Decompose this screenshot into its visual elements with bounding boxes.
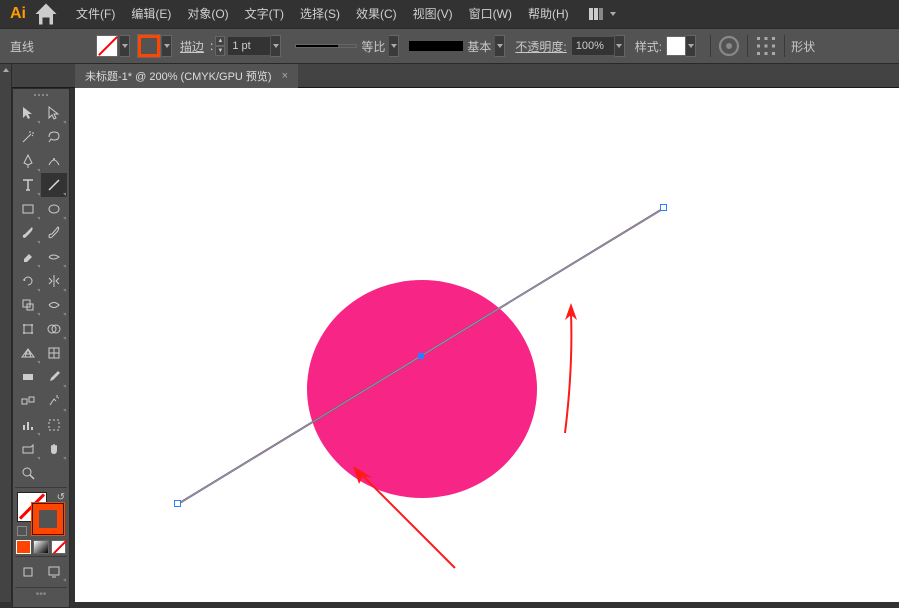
style-dropdown[interactable]: [686, 35, 696, 57]
menu-items: 文件(F) 编辑(E) 对象(O) 文字(T) 选择(S) 效果(C) 视图(V…: [68, 0, 577, 28]
column-graph-tool-icon[interactable]: [15, 413, 41, 437]
scale-tool-icon[interactable]: [15, 293, 41, 317]
free-transform-tool-icon[interactable]: [15, 317, 41, 341]
menu-effect[interactable]: 效果(C): [348, 0, 405, 28]
menu-object[interactable]: 对象(O): [179, 0, 236, 28]
selection-tool-icon[interactable]: [15, 101, 41, 125]
stroke-dropdown[interactable]: [162, 35, 172, 57]
tab-close-icon[interactable]: ×: [282, 70, 288, 82]
menubar: Ai 文件(F) 编辑(E) 对象(O) 文字(T) 选择(S) 效果(C) 视…: [0, 0, 899, 28]
menu-edit[interactable]: 编辑(E): [123, 0, 179, 28]
draw-mode-icon[interactable]: [15, 561, 41, 583]
color-mode-icon[interactable]: [16, 540, 31, 554]
brush-definition[interactable]: [409, 41, 463, 51]
arrange-documents-icon[interactable]: [589, 8, 617, 20]
style-label: 样式:: [635, 38, 662, 55]
brush-label: 基本: [467, 38, 491, 55]
none-mode-icon[interactable]: [51, 540, 66, 554]
gradient-tool-icon[interactable]: [15, 365, 41, 389]
red-arrow-annotation: [345, 458, 465, 578]
red-arrow-annotation: [555, 298, 595, 438]
magic-wand-tool-icon[interactable]: [15, 125, 41, 149]
home-icon[interactable]: [32, 0, 60, 28]
ellipse-tool-icon[interactable]: [41, 197, 67, 221]
rotate-tool-icon[interactable]: [15, 269, 41, 293]
recolor-icon[interactable]: [717, 34, 741, 58]
color-mode-row: [15, 540, 67, 554]
line-endpoint-handle[interactable]: [660, 204, 667, 211]
eyedropper-tool-icon[interactable]: [41, 365, 67, 389]
menu-window[interactable]: 窗口(W): [461, 0, 520, 28]
perspective-grid-tool-icon[interactable]: [15, 341, 41, 365]
app-logo: Ai: [4, 0, 32, 28]
default-fill-stroke-icon[interactable]: [17, 526, 27, 536]
opacity-dropdown[interactable]: [615, 35, 625, 57]
document-tab[interactable]: 未标题-1* @ 200% (CMYK/GPU 预览) ×: [75, 64, 298, 88]
opacity-input[interactable]: [571, 36, 615, 56]
brush-dropdown[interactable]: [495, 35, 505, 57]
selected-tool-label: 直线: [10, 38, 34, 55]
screen-mode-icon[interactable]: [41, 561, 67, 583]
width-tool-icon[interactable]: [41, 293, 67, 317]
line-endpoint-handle[interactable]: [174, 500, 181, 507]
reflect-tool-icon[interactable]: [41, 269, 67, 293]
shape-builder-tool-icon[interactable]: [41, 317, 67, 341]
lasso-tool-icon[interactable]: [41, 125, 67, 149]
tools-panel: ↺ •••: [12, 88, 70, 608]
line-center-anchor[interactable]: [418, 353, 424, 359]
gradient-mode-icon[interactable]: [33, 540, 48, 554]
width-profile[interactable]: [295, 44, 357, 48]
stroke-color-icon[interactable]: [33, 504, 63, 534]
artboard[interactable]: [75, 88, 899, 602]
zoom-tool-icon[interactable]: [15, 461, 41, 485]
blend-tool-icon[interactable]: [15, 389, 41, 413]
edit-toolbar-icon[interactable]: •••: [15, 587, 67, 601]
control-bar: 直线 描边 : ▲▼ 等比 基本 不透明度: 样式: 形状: [0, 28, 899, 64]
rectangle-tool-icon[interactable]: [15, 197, 41, 221]
shape-label[interactable]: 形状: [791, 38, 815, 55]
slice-tool-icon[interactable]: [15, 437, 41, 461]
swap-fill-stroke-icon[interactable]: ↺: [57, 492, 65, 503]
panel-grip[interactable]: [15, 91, 67, 99]
menu-help[interactable]: 帮助(H): [520, 0, 577, 28]
menu-type[interactable]: 文字(T): [237, 0, 292, 28]
align-icon[interactable]: [754, 34, 778, 58]
fill-stroke-controls[interactable]: ↺: [15, 492, 67, 536]
eraser-tool-icon[interactable]: [15, 245, 41, 269]
curvature-tool-icon[interactable]: [41, 149, 67, 173]
scissors-tool-icon[interactable]: [41, 245, 67, 269]
document-tab-bar: 未标题-1* @ 200% (CMYK/GPU 预览) ×: [0, 64, 899, 88]
stroke-weight-dropdown[interactable]: [271, 35, 281, 57]
stroke-weight-stepper[interactable]: ▲▼: [215, 36, 225, 56]
fill-dropdown[interactable]: [120, 35, 130, 57]
stroke-label[interactable]: 描边: [180, 38, 204, 55]
paintbrush-tool-icon[interactable]: [15, 221, 41, 245]
mesh-tool-icon[interactable]: [41, 341, 67, 365]
line-segment-tool-icon[interactable]: [41, 173, 67, 197]
profile-dropdown[interactable]: [389, 35, 399, 57]
stroke-weight-input[interactable]: [227, 36, 271, 56]
canvas-area: [75, 88, 899, 602]
hand-tool-icon[interactable]: [41, 437, 67, 461]
menu-file[interactable]: 文件(F): [68, 0, 123, 28]
graphic-style-swatch[interactable]: [666, 36, 686, 56]
document-tab-title: 未标题-1* @ 200% (CMYK/GPU 预览): [85, 68, 272, 84]
menu-view[interactable]: 视图(V): [405, 0, 461, 28]
artboard-tool-icon[interactable]: [41, 413, 67, 437]
blob-brush-tool-icon[interactable]: [41, 221, 67, 245]
menu-select[interactable]: 选择(S): [292, 0, 348, 28]
symbol-sprayer-tool-icon[interactable]: [41, 389, 67, 413]
pen-tool-icon[interactable]: [15, 149, 41, 173]
type-tool-icon[interactable]: [15, 173, 41, 197]
profile-label: 等比: [361, 38, 385, 55]
direct-selection-tool-icon[interactable]: [41, 101, 67, 125]
dock-strip[interactable]: [0, 64, 12, 602]
fill-swatch[interactable]: [96, 35, 118, 57]
stroke-swatch[interactable]: [138, 35, 160, 57]
empty-tool-slot: [41, 461, 67, 485]
opacity-label[interactable]: 不透明度:: [515, 38, 566, 55]
